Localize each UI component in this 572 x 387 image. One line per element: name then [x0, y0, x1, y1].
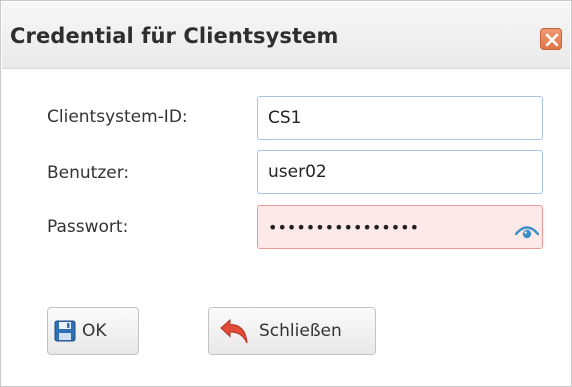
ok-button[interactable]: OK: [47, 307, 139, 355]
dialog-titlebar[interactable]: Credential für Clientsystem: [2, 2, 570, 69]
password-input[interactable]: [257, 205, 543, 249]
floppy-disk-icon: [54, 320, 76, 342]
eye-icon[interactable]: [515, 222, 539, 240]
ok-button-label: OK: [82, 321, 107, 341]
clientsystem-id-input[interactable]: [257, 96, 543, 140]
user-input[interactable]: [257, 150, 543, 194]
dialog-title: Credential für Clientsystem: [10, 24, 339, 48]
user-label: Benutzer:: [47, 163, 130, 183]
clientsystem-id-label: Clientsystem-ID:: [47, 107, 188, 127]
password-label: Passwort:: [47, 217, 129, 237]
close-button-label: Schließen: [259, 321, 342, 341]
undo-arrow-icon: [220, 319, 248, 344]
close-icon: [545, 33, 559, 47]
close-dialog-button[interactable]: [540, 28, 562, 50]
close-button[interactable]: Schließen: [208, 307, 376, 355]
credential-dialog: Credential für Clientsystem Clientsystem…: [0, 0, 572, 387]
